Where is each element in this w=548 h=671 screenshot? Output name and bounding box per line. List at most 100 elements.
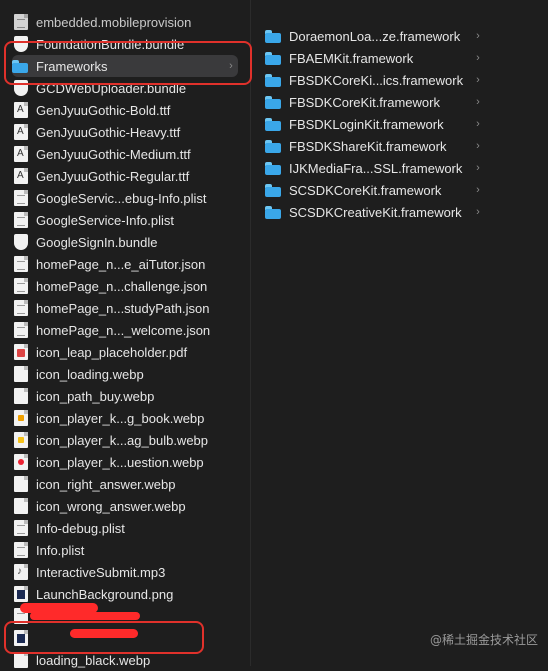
framework-row[interactable]: IJKMediaFra...SSL.framework › (265, 157, 485, 179)
file-row[interactable]: GenJyuuGothic-Regular.ttf (14, 165, 244, 187)
file-row[interactable]: GoogleService-Info.plist (14, 209, 244, 231)
chevron-right-icon: › (476, 30, 480, 42)
image-file-icon (14, 410, 28, 426)
file-name: GoogleSignIn.bundle (36, 234, 158, 250)
file-row[interactable]: homePage_n...e_aiTutor.json (14, 253, 244, 275)
bundle-icon (14, 36, 28, 52)
framework-name: SCSDKCoreKit.framework (289, 182, 442, 198)
file-name: icon_player_k...ag_bulb.webp (36, 432, 209, 448)
framework-name: IJKMediaFra...SSL.framework (289, 160, 463, 176)
file-row[interactable]: icon_wrong_answer.webp (14, 495, 244, 517)
file-row[interactable]: GoogleServic...ebug-Info.plist (14, 187, 244, 209)
file-name: homePage_n..._welcome.json (36, 322, 211, 338)
file-row[interactable]: homePage_n...challenge.json (14, 275, 244, 297)
json-file-icon (14, 278, 28, 294)
framework-row[interactable]: FBAEMKit.framework › (265, 47, 485, 69)
file-row[interactable]: GCDWebUploader.bundle (14, 77, 244, 99)
chevron-right-icon: › (476, 52, 480, 64)
file-name: icon_player_k...uestion.webp (36, 454, 204, 470)
file-row[interactable]: icon_player_k...uestion.webp (14, 451, 244, 473)
image-file-icon (14, 388, 28, 404)
file-row[interactable]: homePage_n..._welcome.json (14, 319, 244, 341)
file-name: Info-debug.plist (36, 520, 125, 536)
file-name: icon_loading.webp (36, 366, 144, 382)
framework-row[interactable]: SCSDKCreativeKit.framework › (265, 201, 485, 223)
audio-file-icon (14, 564, 28, 580)
file-name: icon_path_buy.webp (36, 388, 155, 404)
file-row[interactable]: homePage_n...studyPath.json (14, 297, 244, 319)
file-row[interactable]: FoundationBundle.bundle (14, 33, 244, 55)
framework-name: FBSDKLoginKit.framework (289, 116, 444, 132)
json-file-icon (14, 322, 28, 338)
framework-name: FBSDKCoreKit.framework (289, 94, 440, 110)
file-row-selected[interactable]: Frameworks › (12, 55, 238, 77)
folder-icon (265, 95, 281, 109)
framework-row[interactable]: FBSDKLoginKit.framework › (265, 113, 485, 135)
file-name: loading_black.webp (36, 652, 151, 668)
file-name: GCDWebUploader.bundle (36, 80, 187, 96)
plist-file-icon (14, 520, 28, 536)
plist-file-icon (14, 542, 28, 558)
file-name: Info.plist (36, 542, 85, 558)
file-name: icon_wrong_answer.webp (36, 498, 186, 514)
framework-name: FBSDKCoreKi...ics.framework (289, 72, 464, 88)
framework-name: FBSDKShareKit.framework (289, 138, 447, 154)
file-name: homePage_n...challenge.json (36, 278, 208, 294)
file-name: Frameworks (36, 58, 108, 74)
file-name: FoundationBundle.bundle (36, 36, 185, 52)
file-row[interactable]: loading_black.webp (14, 649, 244, 671)
file-row[interactable]: Info.plist (14, 539, 244, 561)
file-row[interactable]: GenJyuuGothic-Bold.ttf (14, 99, 244, 121)
folder-icon (12, 59, 28, 73)
file-row[interactable]: icon_loading.webp (14, 363, 244, 385)
framework-row[interactable]: SCSDKCoreKit.framework › (265, 179, 485, 201)
framework-row[interactable]: FBSDKCoreKit.framework › (265, 91, 485, 113)
file-name: GoogleService-Info.plist (36, 212, 175, 228)
framework-name: SCSDKCreativeKit.framework (289, 204, 462, 220)
empty-column (491, 0, 548, 666)
chevron-right-icon: › (229, 60, 233, 72)
folder-icon (265, 161, 281, 175)
bundle-icon (14, 80, 28, 96)
file-row[interactable]: icon_player_k...ag_bulb.webp (14, 429, 244, 451)
chevron-right-icon: › (476, 74, 480, 86)
file-row[interactable]: icon_player_k...g_book.webp (14, 407, 244, 429)
file-row[interactable]: LaunchBackground.png (14, 583, 244, 605)
framework-row[interactable]: DoraemonLoa...ze.framework › (265, 25, 485, 47)
framework-row[interactable]: FBSDKCoreKi...ics.framework › (265, 69, 485, 91)
font-file-icon (14, 102, 28, 118)
folder-icon (265, 183, 281, 197)
file-name: icon_right_answer.webp (36, 476, 176, 492)
file-row[interactable]: GenJyuuGothic-Heavy.ttf (14, 121, 244, 143)
file-row[interactable]: GoogleSignIn.bundle (14, 231, 244, 253)
framework-row[interactable]: FBSDKShareKit.framework › (265, 135, 485, 157)
file-name: GenJyuuGothic-Regular.ttf (36, 168, 190, 184)
frameworks-column: DoraemonLoa...ze.framework › FBAEMKit.fr… (251, 0, 491, 666)
chevron-right-icon: › (476, 118, 480, 130)
file-row[interactable]: InteractiveSubmit.mp3 (14, 561, 244, 583)
font-file-icon (14, 146, 28, 162)
file-row[interactable]: icon_path_buy.webp (14, 385, 244, 407)
redaction-mark (70, 629, 138, 638)
json-file-icon (14, 300, 28, 316)
font-file-icon (14, 168, 28, 184)
file-name: embedded.mobileprovision (36, 14, 192, 30)
folder-icon (265, 117, 281, 131)
watermark: @稀土掘金技术社区 (429, 633, 538, 647)
file-row[interactable]: icon_right_answer.webp (14, 473, 244, 495)
file-row[interactable]: Info-debug.plist (14, 517, 244, 539)
file-row[interactable]: embedded.mobileprovision (14, 11, 244, 33)
pdf-file-icon (14, 344, 28, 360)
file-row[interactable]: GenJyuuGothic-Medium.ttf (14, 143, 244, 165)
redaction-mark (30, 612, 140, 620)
folder-icon (265, 73, 281, 87)
folder-icon (265, 51, 281, 65)
file-name: icon_leap_placeholder.pdf (36, 344, 188, 360)
framework-name: FBAEMKit.framework (289, 50, 414, 66)
file-row[interactable]: icon_leap_placeholder.pdf (14, 341, 244, 363)
chevron-right-icon: › (476, 140, 480, 152)
folder-icon (265, 139, 281, 153)
image-file-icon (14, 476, 28, 492)
font-file-icon (14, 124, 28, 140)
file-name: icon_player_k...g_book.webp (36, 410, 205, 426)
